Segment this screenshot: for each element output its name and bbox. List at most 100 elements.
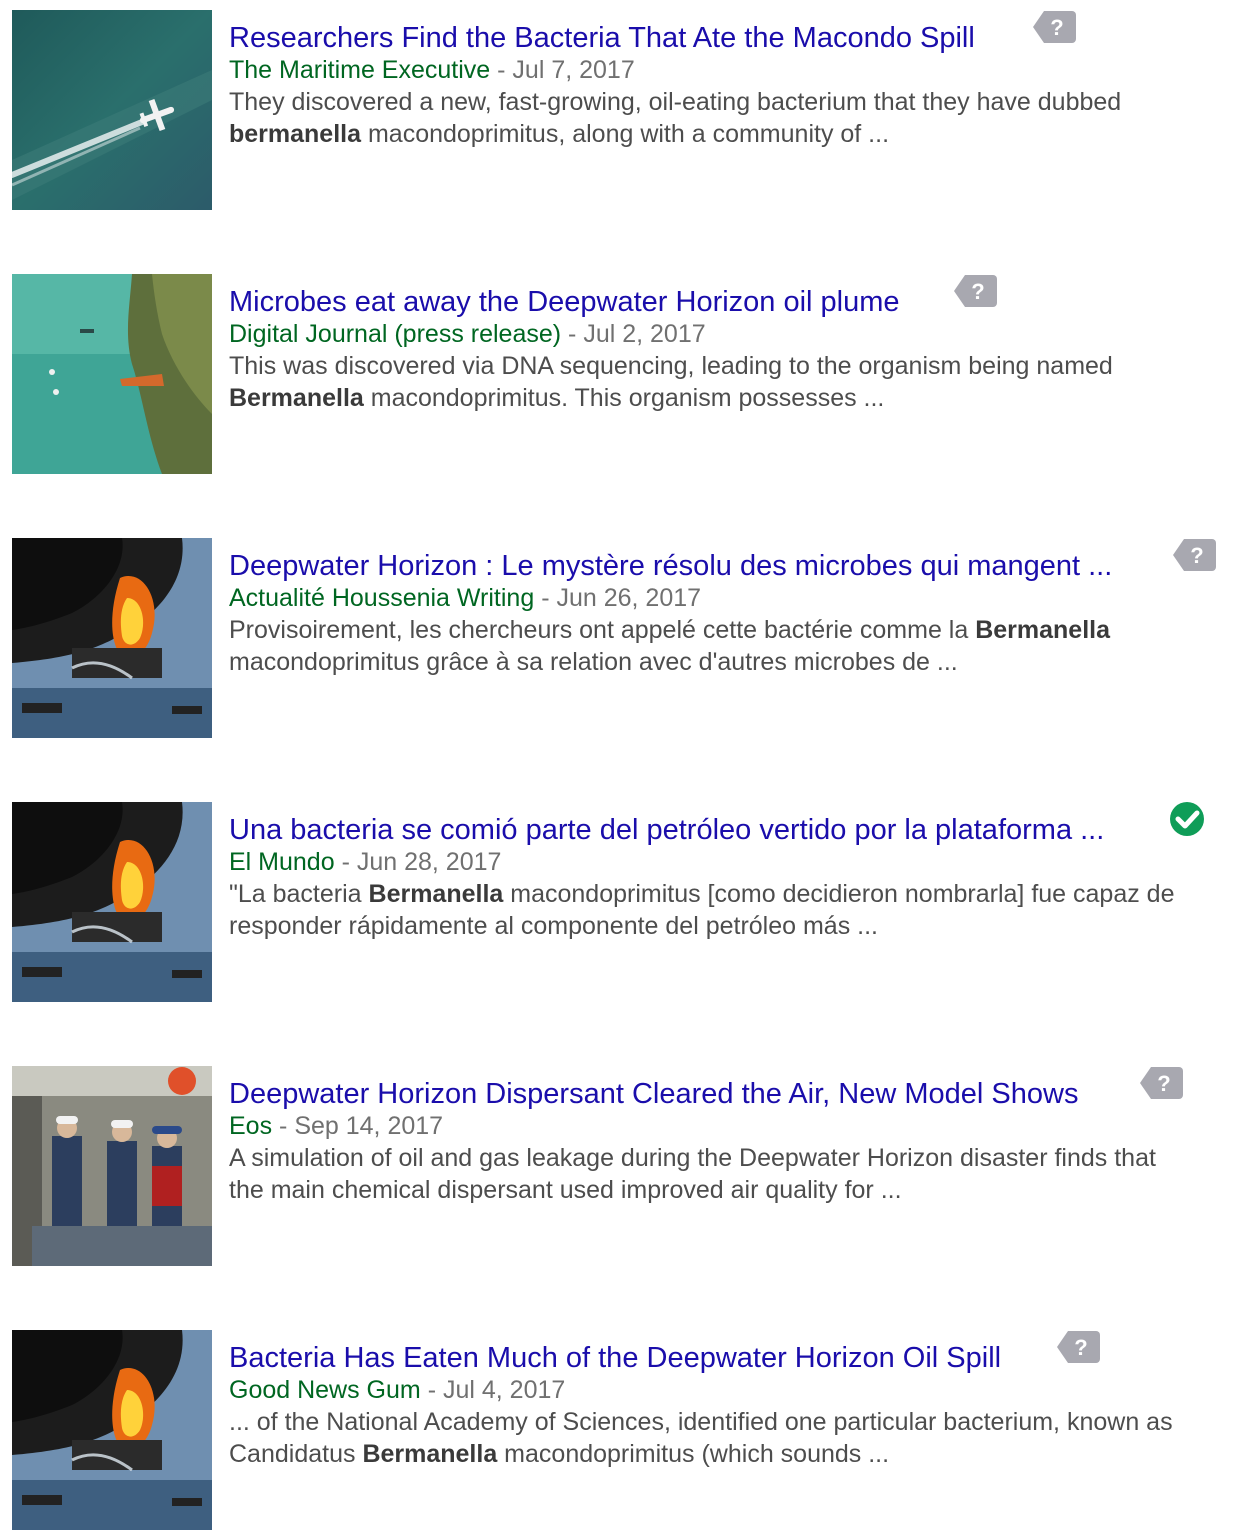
result-meta: Digital Journal (press release) - Jul 2,… — [229, 318, 706, 350]
snippet-text: macondoprimitus. This organism possesses… — [363, 384, 885, 412]
result-source[interactable]: The Maritime Executive — [229, 56, 490, 84]
check-icon — [1170, 802, 1204, 836]
result-snippet: "La bacteria Bermanella macondoprimitus … — [229, 878, 1229, 942]
result-source[interactable]: Actualité Houssenia Writing — [229, 584, 534, 612]
unverified-badge[interactable]: ? — [1139, 1065, 1185, 1101]
result-snippet: A simulation of oil and gas leakage duri… — [229, 1142, 1229, 1206]
svg-text:?: ? — [1074, 1335, 1087, 1360]
result-item: Researchers Find the Bacteria That Ate t… — [0, 10, 1246, 210]
meta-separator: - — [334, 848, 357, 876]
result-snippet: This was discovered via DNA sequencing, … — [229, 350, 1229, 414]
result-thumbnail[interactable] — [12, 538, 212, 738]
result-thumbnail[interactable] — [12, 1330, 212, 1530]
result-thumbnail[interactable] — [12, 802, 212, 1002]
result-meta: The Maritime Executive - Jul 7, 2017 — [229, 54, 635, 86]
meta-separator: - — [534, 584, 557, 612]
question-icon: ? — [1140, 1067, 1183, 1099]
snippet-line: responder rápidamente al componente del … — [229, 910, 1229, 942]
snippet-text: macondoprimitus grâce à sa relation avec… — [229, 648, 958, 676]
verified-badge[interactable] — [1164, 801, 1210, 837]
thumbnail-image — [12, 274, 212, 474]
svg-text:?: ? — [1050, 15, 1063, 40]
svg-text:?: ? — [1157, 1071, 1170, 1096]
result-source[interactable]: Digital Journal (press release) — [229, 320, 561, 348]
result-source[interactable]: Good News Gum — [229, 1376, 421, 1404]
snippet-keyword: Bermanella — [229, 384, 364, 412]
snippet-text: ... of the National Academy of Sciences,… — [229, 1408, 1173, 1436]
snippet-text: macondoprimitus, along with a community … — [361, 120, 890, 148]
svg-text:?: ? — [971, 279, 984, 304]
snippet-keyword: bermanella — [229, 120, 362, 148]
question-icon: ? — [1057, 1331, 1100, 1363]
snippet-text: A simulation of oil and gas leakage duri… — [229, 1144, 1156, 1172]
snippet-line: They discovered a new, fast-growing, oil… — [229, 86, 1229, 118]
result-date: Jul 4, 2017 — [442, 1376, 566, 1404]
result-date: Jul 2, 2017 — [583, 320, 706, 348]
unverified-badge[interactable]: ? — [1056, 1329, 1102, 1365]
snippet-text: "La bacteria — [229, 880, 369, 908]
result-title-link[interactable]: Deepwater Horizon Dispersant Cleared the… — [229, 1076, 1078, 1112]
result-thumbnail[interactable] — [12, 1066, 212, 1266]
result-item: Deepwater Horizon : Le mystère résolu de… — [0, 538, 1246, 738]
result-title-link[interactable]: Bacteria Has Eaten Much of the Deepwater… — [229, 1340, 1001, 1376]
snippet-text: Provisoirement, les chercheurs ont appel… — [229, 616, 976, 644]
meta-separator: - — [420, 1376, 443, 1404]
snippet-text: Candidatus — [229, 1440, 363, 1468]
result-title-link[interactable]: Una bacteria se comió parte del petróleo… — [229, 812, 1104, 848]
result-source[interactable]: El Mundo — [229, 848, 335, 876]
snippet-line: ... of the National Academy of Sciences,… — [229, 1406, 1229, 1438]
unverified-badge[interactable]: ? — [953, 273, 999, 309]
meta-separator: - — [272, 1112, 295, 1140]
result-date: Sep 14, 2017 — [294, 1112, 444, 1140]
snippet-line: Provisoirement, les chercheurs ont appel… — [229, 614, 1229, 646]
result-title-link[interactable]: Researchers Find the Bacteria That Ate t… — [229, 20, 975, 56]
unverified-badge[interactable]: ? — [1032, 9, 1078, 45]
result-thumbnail[interactable] — [12, 274, 212, 474]
result-meta: Good News Gum - Jul 4, 2017 — [229, 1374, 565, 1406]
snippet-text: This was discovered via DNA sequencing, … — [229, 352, 1113, 380]
result-thumbnail[interactable] — [12, 10, 212, 210]
snippet-text: macondoprimitus [como decidieron nombrar… — [503, 880, 1175, 908]
snippet-line: "La bacteria Bermanella macondoprimitus … — [229, 878, 1229, 910]
meta-separator: - — [561, 320, 584, 348]
question-icon: ? — [954, 275, 997, 307]
result-meta: El Mundo - Jun 28, 2017 — [229, 846, 501, 878]
result-title-link[interactable]: Deepwater Horizon : Le mystère résolu de… — [229, 548, 1112, 584]
result-meta: Actualité Houssenia Writing - Jun 26, 20… — [229, 582, 701, 614]
snippet-text: responder rápidamente al componente del … — [229, 912, 878, 940]
result-snippet: Provisoirement, les chercheurs ont appel… — [229, 614, 1229, 678]
result-date: Jun 28, 2017 — [356, 848, 502, 876]
snippet-line: A simulation of oil and gas leakage duri… — [229, 1142, 1229, 1174]
result-source[interactable]: Eos — [229, 1112, 272, 1140]
thumbnail-image — [12, 1330, 212, 1530]
meta-separator: - — [490, 56, 513, 84]
question-icon: ? — [1173, 539, 1216, 571]
snippet-line: the main chemical dispersant used improv… — [229, 1174, 1229, 1206]
snippet-line: bermanella macondoprimitus, along with a… — [229, 118, 1229, 150]
thumbnail-image — [12, 10, 212, 210]
result-item: Deepwater Horizon Dispersant Cleared the… — [0, 1066, 1246, 1266]
snippet-line: Bermanella macondoprimitus. This organis… — [229, 382, 1229, 414]
snippet-text: the main chemical dispersant used improv… — [229, 1176, 902, 1204]
thumbnail-image — [12, 802, 212, 1002]
snippet-line: Candidatus Bermanella macondoprimitus (w… — [229, 1438, 1229, 1470]
snippet-line: macondoprimitus grâce à sa relation avec… — [229, 646, 1229, 678]
snippet-keyword: Bermanella — [975, 616, 1110, 644]
snippet-keyword: Bermanella — [368, 880, 504, 908]
result-item: Bacteria Has Eaten Much of the Deepwater… — [0, 1330, 1246, 1530]
result-date: Jun 26, 2017 — [556, 584, 702, 612]
snippet-text: macondoprimitus (which sounds ... — [497, 1440, 890, 1468]
snippet-line: This was discovered via DNA sequencing, … — [229, 350, 1229, 382]
result-title-link[interactable]: Microbes eat away the Deepwater Horizon … — [229, 284, 900, 320]
unverified-badge[interactable]: ? — [1172, 537, 1218, 573]
svg-text:?: ? — [1190, 543, 1203, 568]
thumbnail-image — [12, 538, 212, 738]
question-icon: ? — [1033, 11, 1076, 43]
result-date: Jul 7, 2017 — [512, 56, 635, 84]
result-item: Microbes eat away the Deepwater Horizon … — [0, 274, 1246, 474]
result-snippet: They discovered a new, fast-growing, oil… — [229, 86, 1229, 150]
result-snippet: ... of the National Academy of Sciences,… — [229, 1406, 1229, 1470]
snippet-keyword: Bermanella — [362, 1440, 498, 1468]
result-meta: Eos - Sep 14, 2017 — [229, 1110, 443, 1142]
snippet-text: They discovered a new, fast-growing, oil… — [229, 88, 1122, 116]
